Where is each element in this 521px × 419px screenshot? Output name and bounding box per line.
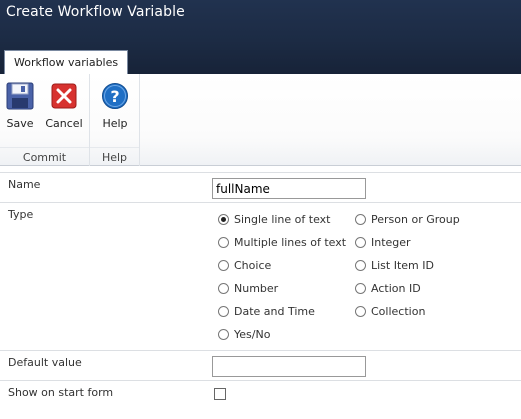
floppy-disk-icon [6,82,34,110]
ribbon: Save Cancel Commit ? Help Help [0,74,521,166]
radio-list-item-id[interactable]: List Item ID [355,257,434,273]
name-input[interactable] [212,178,366,199]
save-button[interactable]: Save [0,82,40,130]
radio-dot [355,282,366,294]
title-bar: Create Workflow Variable Workflow variab… [0,0,521,74]
radio-dot [355,259,366,271]
ribbon-group-commit: Save Cancel Commit [0,74,90,166]
default-value-input[interactable] [212,356,366,377]
window-title: Create Workflow Variable [6,4,185,20]
ribbon-group-label-commit: Commit [0,147,89,166]
radio-action-id[interactable]: Action ID [355,280,421,296]
radio-dot [218,259,229,271]
radio-multiple-lines-of-text[interactable]: Multiple lines of text [218,234,346,250]
radio-dot [218,236,229,248]
cancel-label: Cancel [45,117,83,130]
radio-number[interactable]: Number [218,280,278,296]
radio-dot [355,213,366,225]
form-row-default-value: Default value [0,350,521,380]
cancel-button[interactable]: Cancel [44,82,84,130]
radio-dot [218,328,229,340]
tab-workflow-variables[interactable]: Workflow variables [4,50,129,74]
help-label: Help [102,117,128,130]
show-on-start-form-label: Show on start form [8,386,114,399]
form-row-type: Type Single line of text Multiple lines … [0,202,521,350]
form-row-name: Name [0,172,521,202]
name-label: Name [8,178,41,191]
radio-person-or-group[interactable]: Person or Group [355,211,460,227]
radio-dot [355,236,366,248]
radio-dot [218,213,229,225]
radio-dot [355,305,366,317]
cancel-x-icon [50,82,78,110]
radio-dot [218,305,229,317]
help-question-icon: ? [101,82,129,110]
radio-date-and-time[interactable]: Date and Time [218,303,315,319]
type-label: Type [8,208,34,221]
default-value-label: Default value [8,356,82,369]
svg-text:?: ? [110,87,119,106]
ribbon-group-help: ? Help Help [90,74,140,166]
radio-choice[interactable]: Choice [218,257,271,273]
form-row-show-on-start-form: Show on start form [0,380,521,408]
show-on-start-form-checkbox[interactable] [214,388,226,400]
radio-dot [218,282,229,294]
save-label: Save [6,117,34,130]
ribbon-group-label-help: Help [90,147,139,166]
radio-yes-no[interactable]: Yes/No [218,326,270,342]
help-button[interactable]: ? Help [95,82,135,130]
radio-collection[interactable]: Collection [355,303,425,319]
radio-single-line-of-text[interactable]: Single line of text [218,211,330,227]
radio-integer[interactable]: Integer [355,234,411,250]
